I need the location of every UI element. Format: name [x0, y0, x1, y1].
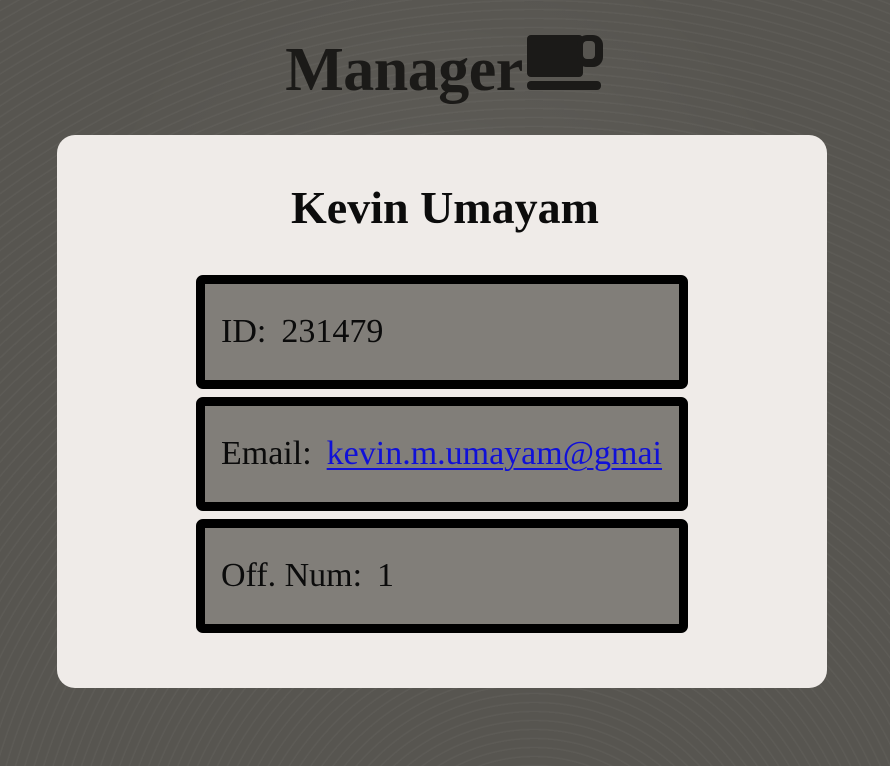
- email-field: Email: kevin.m.umayam@gmai: [196, 397, 688, 511]
- id-value: 231479: [281, 313, 384, 350]
- office-number-label: Off. Num:: [221, 557, 363, 594]
- page-title: Manager: [285, 36, 523, 104]
- email-label: Email:: [221, 435, 312, 472]
- id-field: ID: 231479: [196, 275, 688, 389]
- office-number-field: Off. Num: 1: [196, 519, 688, 633]
- profile-name: Kevin Umayam: [291, 182, 599, 233]
- id-label: ID:: [221, 313, 267, 350]
- app-header: Manager: [0, 28, 890, 108]
- header-brand: Manager: [285, 35, 605, 101]
- email-link[interactable]: kevin.m.umayam@gmai: [327, 435, 662, 473]
- office-number-value: 1: [377, 557, 395, 594]
- coffee-mug-icon: [525, 35, 605, 95]
